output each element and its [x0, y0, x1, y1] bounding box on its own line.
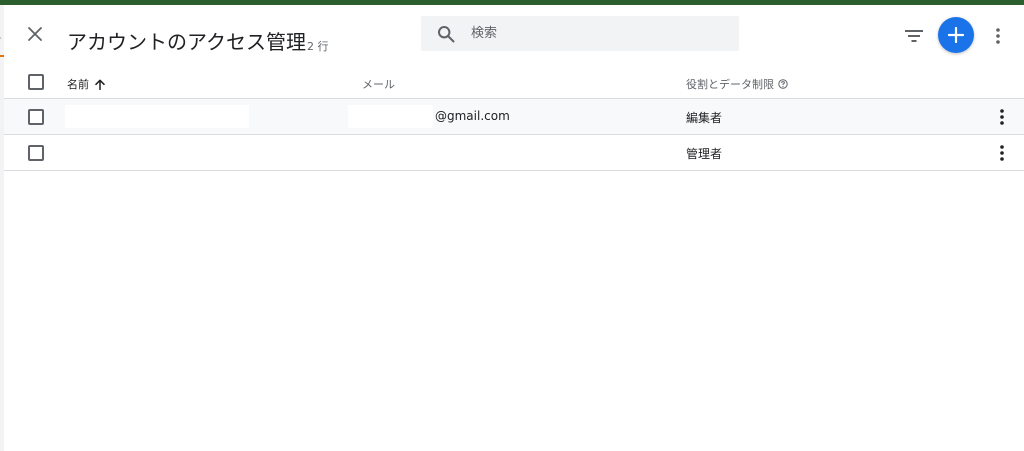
row-checkbox[interactable] — [28, 145, 44, 161]
close-icon — [28, 27, 42, 41]
close-button[interactable] — [22, 21, 48, 47]
column-header-name-label: 名前 — [67, 78, 89, 91]
row-more-button[interactable] — [992, 143, 1012, 163]
redacted-email-user — [348, 105, 433, 128]
row-role: 管理者 — [686, 147, 723, 161]
header-more-button[interactable] — [988, 24, 1008, 48]
search-box[interactable] — [421, 16, 739, 51]
column-header-name[interactable]: 名前 — [67, 76, 105, 92]
row-checkbox[interactable] — [28, 109, 44, 125]
row-email: @gmail.com — [435, 109, 510, 123]
column-header-role[interactable]: 役割とデータ制限 — [686, 76, 788, 92]
help-icon[interactable] — [778, 79, 788, 89]
select-all-checkbox[interactable] — [28, 74, 44, 90]
table-row[interactable]: 管理者 — [4, 135, 1024, 171]
more-vert-icon — [1000, 109, 1004, 125]
dialog-title: アカウントのアクセス管理 — [67, 30, 306, 54]
filter-icon — [905, 30, 923, 42]
arrow-up-icon — [95, 79, 105, 90]
table-header-row: 名前 メール 役割とデータ制限 — [4, 67, 1024, 99]
row-count: 2 行 — [307, 40, 329, 53]
add-user-button[interactable] — [938, 17, 974, 53]
users-table: 名前 メール 役割とデータ制限 @gmail.com 編集者 管理者 — [4, 67, 1024, 171]
search-icon — [438, 26, 455, 43]
row-more-button[interactable] — [992, 107, 1012, 127]
more-vert-icon — [996, 28, 1000, 44]
column-header-role-label: 役割とデータ制限 — [686, 78, 774, 91]
account-access-dialog: アカウントのアクセス管理 2 行 検索 名前 メール 役割とデータ制限 @gma… — [4, 5, 1024, 451]
dialog-header: アカウントのアクセス管理 2 行 — [4, 5, 1024, 67]
row-role: 編集者 — [686, 111, 723, 125]
redacted-name — [65, 105, 249, 128]
filter-button[interactable] — [902, 24, 926, 48]
column-header-email[interactable]: メール — [362, 76, 395, 92]
more-vert-icon — [1000, 145, 1004, 161]
plus-icon — [948, 27, 964, 43]
table-row[interactable]: @gmail.com 編集者 — [4, 99, 1024, 135]
search-input[interactable] — [471, 16, 721, 51]
